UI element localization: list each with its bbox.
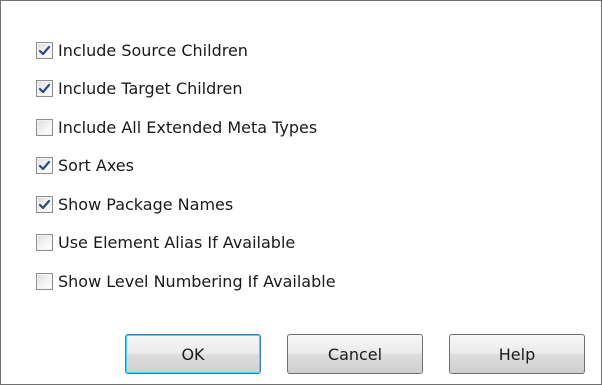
checkbox[interactable] <box>36 195 53 213</box>
option-include-source-children[interactable]: Include Source Children <box>36 31 336 70</box>
option-label: Include Source Children <box>58 40 248 60</box>
ok-button[interactable]: OK <box>125 334 261 374</box>
option-include-target-children[interactable]: Include Target Children <box>36 70 336 109</box>
checkmark-icon <box>38 45 51 55</box>
option-label: Include All Extended Meta Types <box>58 117 318 137</box>
option-show-package-names[interactable]: Show Package Names <box>36 185 336 224</box>
option-label: Include Target Children <box>58 79 243 99</box>
checkmark-icon <box>38 84 51 94</box>
option-show-level-numbering[interactable]: Show Level Numbering If Available <box>36 262 336 301</box>
checkbox[interactable] <box>36 80 53 98</box>
checkbox[interactable] <box>36 272 53 290</box>
option-sort-axes[interactable]: Sort Axes <box>36 147 336 186</box>
checkbox[interactable] <box>36 41 53 59</box>
help-button[interactable]: Help <box>449 334 585 374</box>
option-label: Show Level Numbering If Available <box>58 271 336 291</box>
checkbox[interactable] <box>36 157 53 175</box>
checkmark-icon <box>38 199 51 209</box>
option-label: Show Package Names <box>58 194 234 214</box>
checkbox[interactable] <box>36 118 53 136</box>
option-use-element-alias[interactable]: Use Element Alias If Available <box>36 224 336 263</box>
cancel-button[interactable]: Cancel <box>287 334 423 374</box>
option-include-all-extended-meta-types[interactable]: Include All Extended Meta Types <box>36 108 336 147</box>
option-label: Sort Axes <box>58 156 134 176</box>
option-label: Use Element Alias If Available <box>58 233 296 253</box>
checkbox[interactable] <box>36 234 53 252</box>
options-list: Include Source Children Include Target C… <box>36 31 336 301</box>
checkmark-icon <box>38 161 51 171</box>
options-dialog: Include Source Children Include Target C… <box>0 0 602 385</box>
